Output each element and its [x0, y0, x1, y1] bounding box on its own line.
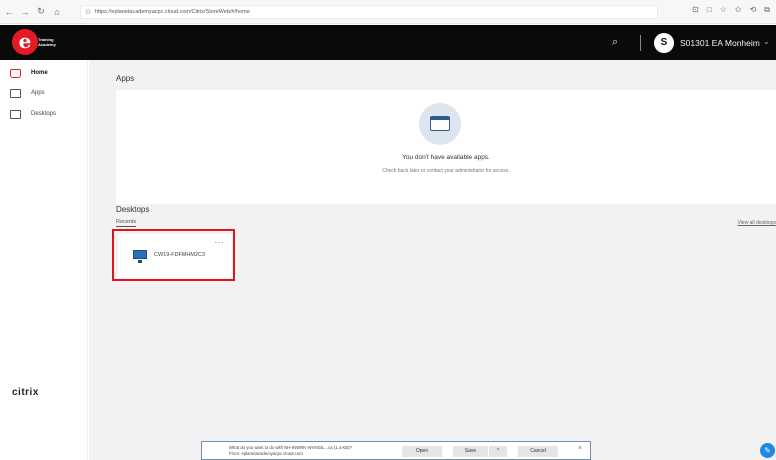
favorite-icon[interactable]: ☆ — [720, 5, 727, 15]
username[interactable]: S01301 EA Monheim — [680, 38, 760, 48]
empty-apps-subtitle: Check back later or contact your adminis… — [382, 168, 510, 174]
main-content: Apps You don't have available apps. Chec… — [89, 60, 776, 460]
logo-mark: e — [12, 29, 38, 55]
sidebar-item-label: Apps — [31, 90, 45, 96]
sidebar-item-label: Home — [31, 70, 48, 76]
logo[interactable]: e Training Academy — [12, 29, 58, 55]
view-all-desktops-link[interactable]: View all desktops — [737, 220, 776, 226]
url-text: https://eplanetacademyacpc.cloud.com/Cit… — [94, 9, 250, 15]
chevron-down-icon[interactable]: ⌄ — [763, 37, 770, 46]
empty-apps-title: You don't have available apps. — [402, 154, 490, 161]
lock-icon: ⊙ — [85, 9, 91, 16]
home-icon — [10, 68, 21, 78]
logo-text: Training Academy — [38, 37, 56, 47]
sidebar-item-desktops[interactable]: Desktops — [10, 107, 56, 121]
forward-icon[interactable]: → — [18, 5, 32, 19]
sidebar: Home Apps Desktops — [0, 60, 88, 460]
address-bar[interactable]: ⊙ https://eplanetacademyacpc.cloud.com/C… — [80, 5, 658, 19]
save-button[interactable]: Save — [453, 446, 488, 457]
download-bar: What do you want to do with NH-INWRK-WVN… — [201, 441, 591, 460]
browser-actions: ⊡ □ ☆ ✩ ⟲ ⧉ — [692, 5, 770, 15]
collections-icon[interactable]: ⧉ — [764, 5, 770, 15]
reader-icon[interactable]: ⊡ — [692, 5, 699, 15]
close-icon[interactable]: × — [578, 445, 582, 452]
citrix-logo: citrix — [12, 387, 39, 398]
window-icon — [430, 116, 450, 131]
sidebar-item-label: Desktops — [31, 111, 57, 117]
tab-icon[interactable]: □ — [707, 5, 712, 15]
empty-apps-illustration — [419, 103, 461, 145]
desktop-icon — [10, 109, 21, 119]
cancel-button[interactable]: Cancel — [518, 446, 558, 457]
desktops-section-title: Desktops — [116, 205, 150, 214]
profile-icon[interactable]: ⟲ — [750, 5, 757, 15]
save-options-button[interactable]: ^ — [489, 446, 507, 457]
favorites-icon[interactable]: ✩ — [735, 5, 742, 15]
feedback-icon[interactable]: ✎ — [760, 443, 775, 458]
open-button[interactable]: Open — [402, 446, 442, 457]
browser-toolbar: ← → ↻ ⌂ ⊙ https://eplanetacademyacpc.clo… — [0, 0, 776, 24]
refresh-icon[interactable]: ↻ — [34, 5, 48, 19]
download-message: What do you want to do with NH-INWRK-WVN… — [229, 445, 352, 457]
sidebar-item-home[interactable]: Home — [10, 66, 48, 80]
download-source: From: eplanetacademyacpc.cloud.com — [229, 451, 303, 456]
header-divider — [640, 35, 641, 51]
apps-section-title: Apps — [116, 74, 135, 83]
sidebar-item-apps[interactable]: Apps — [10, 86, 45, 100]
apps-icon — [10, 88, 21, 98]
highlight-box — [112, 229, 235, 281]
app-header: e Training Academy ⌕ S S01301 EA Monheim… — [0, 25, 776, 60]
search-icon[interactable]: ⌕ — [612, 36, 618, 49]
home-browser-icon[interactable]: ⌂ — [50, 5, 64, 19]
apps-empty-panel: You don't have available apps. Check bac… — [116, 90, 776, 204]
tab-recents[interactable]: Recents — [116, 219, 137, 227]
avatar[interactable]: S — [654, 33, 674, 53]
logo-line2: Academy — [38, 42, 56, 47]
back-icon[interactable]: ← — [2, 5, 16, 19]
